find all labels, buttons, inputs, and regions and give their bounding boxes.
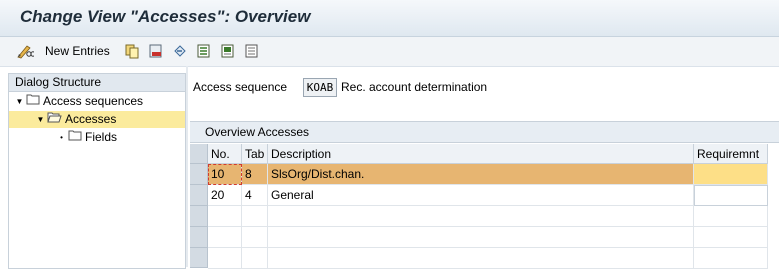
new-entries-button[interactable]: New Entries	[42, 42, 110, 60]
tree-item-label: Accesses	[65, 112, 117, 126]
cell-empty	[268, 248, 694, 269]
requirement-input[interactable]	[694, 185, 768, 206]
cell-empty	[694, 227, 768, 248]
cell-no[interactable]: 20	[208, 185, 242, 206]
panel-splitter[interactable]	[186, 66, 188, 267]
access-sequence-label: Access sequence	[193, 80, 288, 94]
open-folder-icon	[47, 111, 62, 128]
column-header-no[interactable]: No.	[208, 144, 242, 164]
deselect-all-icon	[244, 43, 260, 59]
cell-empty	[208, 248, 242, 269]
undo-button[interactable]	[172, 42, 188, 60]
row-selector[interactable]	[190, 248, 208, 268]
expand-triangle-icon[interactable]: ▼	[15, 97, 24, 106]
bullet-icon: •	[60, 133, 63, 142]
undo-icon	[172, 43, 188, 59]
tree-item-accesses[interactable]: ▼ Accesses	[9, 111, 185, 128]
cell-empty	[208, 206, 242, 227]
select-all-rows-button[interactable]	[190, 144, 208, 164]
select-all-icon	[196, 43, 212, 59]
cell-empty	[208, 227, 242, 248]
column-header-description[interactable]: Description	[268, 144, 694, 164]
title-bar: Change View "Accesses": Overview	[0, 0, 779, 37]
expand-triangle-icon[interactable]: ▼	[36, 115, 45, 124]
row-selector[interactable]	[190, 227, 208, 248]
tree-item-label: Access sequences	[43, 94, 144, 108]
page-title: Change View "Accesses": Overview	[20, 7, 311, 26]
access-sequence-description: Rec. account determination	[341, 80, 488, 94]
table-caption: Overview Accesses	[190, 122, 779, 143]
row-selector[interactable]	[190, 206, 208, 227]
dialog-structure-header: Dialog Structure	[9, 74, 185, 92]
deselect-all-button[interactable]	[244, 42, 260, 60]
tree-item-fields[interactable]: • Fields	[57, 129, 117, 146]
display-change-button[interactable]	[16, 42, 34, 60]
folder-icon	[26, 93, 40, 110]
folder-icon	[68, 129, 82, 146]
cell-empty	[694, 206, 768, 227]
column-header-requirement[interactable]: Requiremnt	[694, 144, 768, 164]
copy-icon	[124, 43, 140, 59]
select-block-icon	[220, 43, 236, 59]
cell-description[interactable]: SlsOrg/Dist.chan.	[268, 164, 694, 185]
select-block-button[interactable]	[220, 42, 236, 60]
select-all-button[interactable]	[196, 42, 212, 60]
cell-empty	[242, 206, 268, 227]
tree-item-access-sequences[interactable]: ▼ Access sequences	[15, 93, 144, 110]
cell-description[interactable]: General	[268, 185, 694, 206]
requirement-input[interactable]	[694, 164, 768, 185]
application-toolbar: New Entries	[0, 37, 779, 67]
cell-no[interactable]: 10	[208, 164, 242, 185]
cell-tab[interactable]: 4	[242, 185, 268, 206]
cell-tab[interactable]: 8	[242, 164, 268, 185]
column-header-tab[interactable]: Tab	[242, 144, 268, 164]
delete-icon	[148, 43, 164, 59]
pencil-glasses-icon	[16, 43, 34, 59]
overview-table: Overview Accesses No. Tab Description Re…	[190, 121, 779, 269]
cell-empty	[242, 227, 268, 248]
delete-button[interactable]	[148, 42, 164, 60]
cell-empty	[268, 206, 694, 227]
access-sequence-field: KOAB	[303, 78, 337, 97]
row-selector[interactable]	[190, 164, 208, 185]
cell-empty	[694, 248, 768, 269]
row-selector[interactable]	[190, 185, 208, 206]
new-entries-label: New Entries	[45, 44, 110, 58]
cell-empty	[268, 227, 694, 248]
tree-item-label: Fields	[85, 130, 118, 144]
copy-button[interactable]	[124, 42, 140, 60]
dialog-structure-panel: Dialog Structure ▼ Access sequences ▼ Ac…	[8, 73, 186, 269]
cell-empty	[242, 248, 268, 269]
